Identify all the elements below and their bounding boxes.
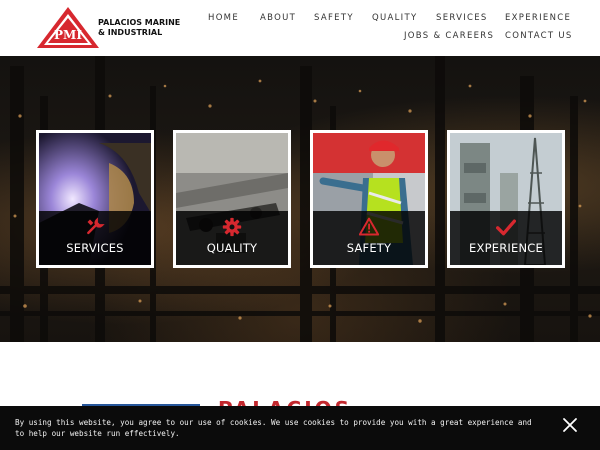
card-experience[interactable]: EXPERIENCE [447, 130, 565, 268]
card-quality[interactable]: QUALITY [173, 130, 291, 268]
hero-section: SERVICES QUALITY SAFETY EXPERIENCE [0, 56, 600, 342]
nav-services[interactable]: SERVICES [436, 13, 488, 23]
nav-about[interactable]: ABOUT [260, 13, 296, 23]
nav-safety[interactable]: SAFETY [314, 13, 354, 23]
card-label-experience: EXPERIENCE [469, 241, 543, 255]
gear-icon [222, 217, 242, 237]
brand-name: PALACIOS MARINE & INDUSTRIAL [98, 18, 182, 37]
card-label-services: SERVICES [66, 241, 124, 255]
wrench-icon [87, 217, 105, 235]
card-safety[interactable]: SAFETY [310, 130, 428, 268]
nav-quality[interactable]: QUALITY [372, 13, 417, 23]
brand-line-1: PALACIOS MARINE [98, 18, 181, 27]
logo-monogram: PMI [54, 28, 82, 42]
logo-link[interactable]: PMI PALACIOS MARINE & INDUSTRIAL [36, 6, 180, 50]
nav-contact-us[interactable]: CONTACT US [505, 31, 573, 41]
site-header: PMI PALACIOS MARINE & INDUSTRIAL HOME AB… [0, 0, 600, 56]
checkmark-icon [496, 219, 516, 236]
card-label-safety: SAFETY [346, 241, 392, 255]
warning-triangle-icon [359, 217, 379, 236]
cookie-banner: By using this website, you agree to our … [0, 406, 600, 450]
card-services[interactable]: SERVICES [36, 130, 154, 268]
nav-experience[interactable]: EXPERIENCE [505, 13, 571, 23]
brand-line-2: & INDUSTRIAL [98, 27, 163, 37]
pmi-logo-icon: PMI [37, 7, 99, 48]
nav-home[interactable]: HOME [208, 13, 239, 23]
close-icon[interactable] [562, 417, 578, 433]
card-label-quality: QUALITY [206, 241, 258, 255]
cookie-message: By using this website, you agree to our … [15, 418, 532, 438]
nav-jobs-careers[interactable]: JOBS & CAREERS [404, 31, 494, 41]
